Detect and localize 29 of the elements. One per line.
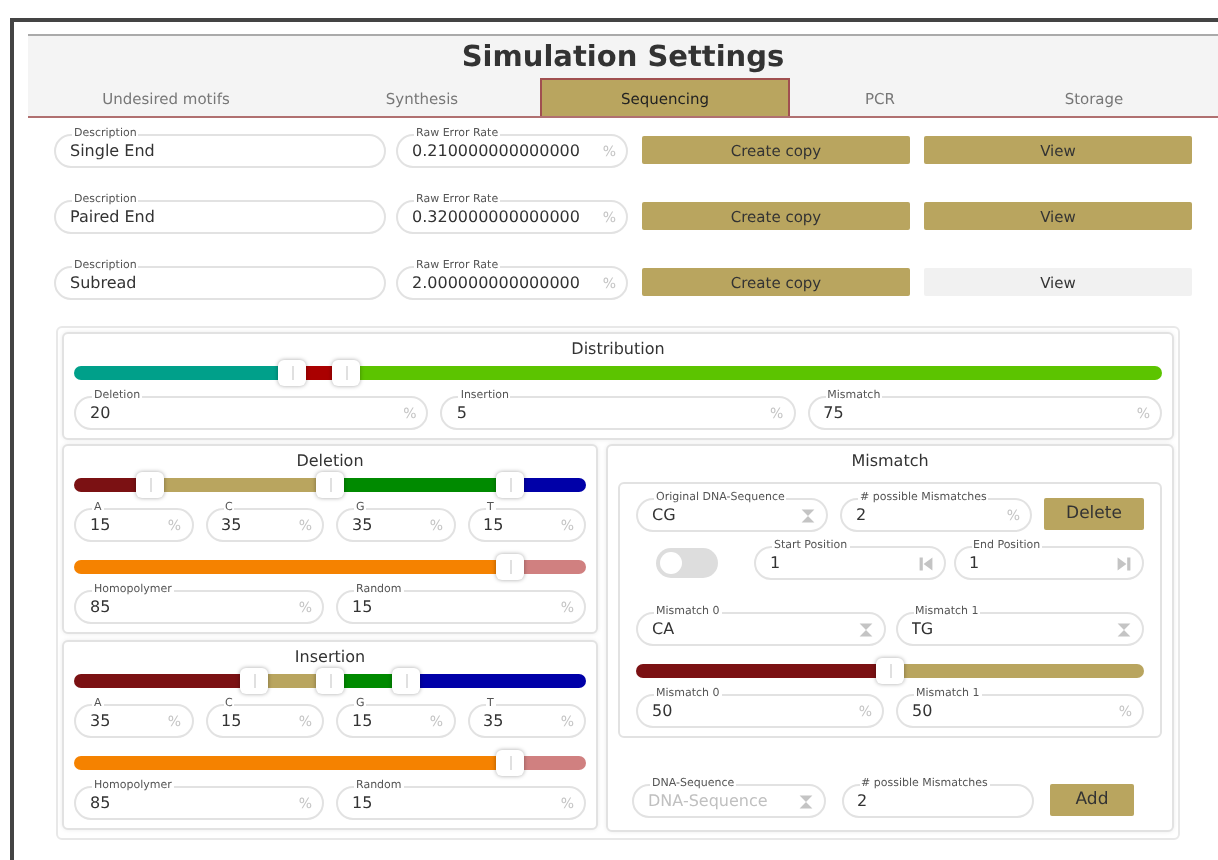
slider-handle[interactable] — [495, 554, 524, 580]
toggle-switch[interactable] — [656, 548, 718, 578]
hourglass-icon — [797, 793, 813, 809]
slider-handle[interactable] — [331, 360, 360, 386]
page-title: Simulation Settings — [459, 40, 787, 78]
skip-start-icon — [917, 555, 933, 571]
skip-end-icon — [1116, 555, 1132, 571]
delete-button[interactable]: Delete — [1044, 498, 1144, 530]
add-button[interactable]: Add — [1050, 784, 1134, 816]
slider-handle[interactable] — [239, 668, 268, 694]
input-field[interactable]: CA — [636, 612, 885, 646]
input-field[interactable]: 1 — [754, 546, 945, 580]
slider-handle[interactable] — [315, 668, 344, 694]
section-title: Deletion — [294, 452, 366, 470]
slider-handle[interactable] — [495, 750, 524, 776]
slider-handle[interactable] — [315, 472, 344, 498]
section-title: Mismatch — [849, 452, 931, 470]
slider-handle[interactable] — [392, 668, 421, 694]
slider-handle[interactable] — [876, 658, 904, 684]
slider-handle[interactable] — [495, 472, 524, 498]
hourglass-icon — [1116, 621, 1132, 637]
slider-handle[interactable] — [277, 360, 306, 386]
section-title: Insertion — [292, 648, 368, 666]
input-field[interactable]: TG — [895, 612, 1144, 646]
hourglass-icon — [857, 621, 873, 637]
hourglass-icon — [800, 507, 816, 523]
input-field[interactable]: 1 — [953, 546, 1144, 580]
section-title: Distribution — [569, 340, 667, 358]
slider-handle[interactable] — [136, 472, 165, 498]
